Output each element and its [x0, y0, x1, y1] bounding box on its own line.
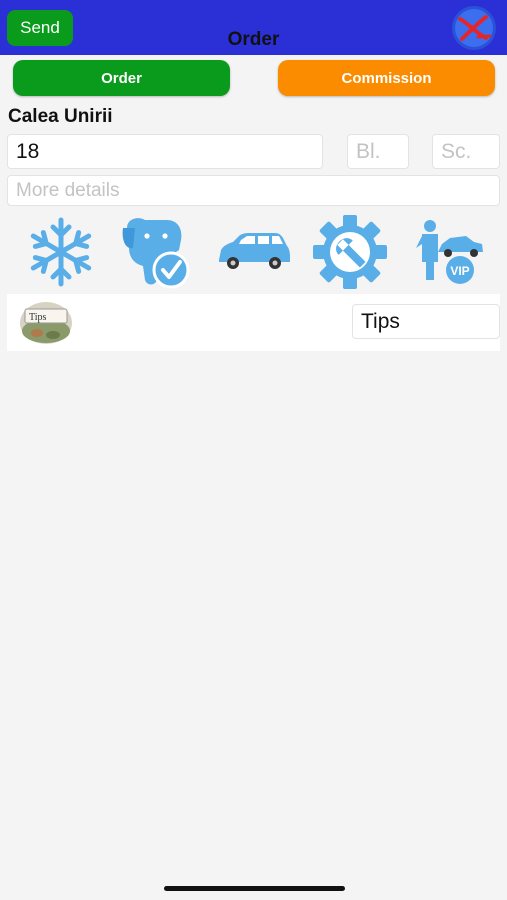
tips-row: Tips: [7, 294, 500, 351]
street-number-field[interactable]: [7, 134, 323, 169]
pet-friendly-icon[interactable]: [121, 214, 195, 290]
tab-commission[interactable]: Commission: [278, 60, 495, 96]
svg-text:VIP: VIP: [450, 264, 469, 278]
snowflake-icon[interactable]: [24, 214, 98, 290]
home-indicator: [164, 886, 345, 891]
tab-order[interactable]: Order: [13, 60, 230, 96]
tips-jar-image: Tips: [19, 301, 73, 345]
tips-field[interactable]: [352, 304, 500, 339]
street-name: Calea Unirii: [8, 106, 113, 127]
top-bar: Send Order: [0, 0, 507, 55]
car-icon[interactable]: [217, 214, 291, 290]
settings-wrench-icon[interactable]: [313, 214, 387, 290]
staircase-field[interactable]: [432, 134, 500, 169]
block-field[interactable]: [347, 134, 409, 169]
page-title: Order: [227, 29, 280, 50]
more-details-field[interactable]: [7, 175, 500, 206]
x-logo-icon[interactable]: [448, 5, 500, 51]
svg-text:Tips: Tips: [29, 312, 47, 323]
vip-chauffeur-icon[interactable]: VIP: [408, 214, 484, 290]
